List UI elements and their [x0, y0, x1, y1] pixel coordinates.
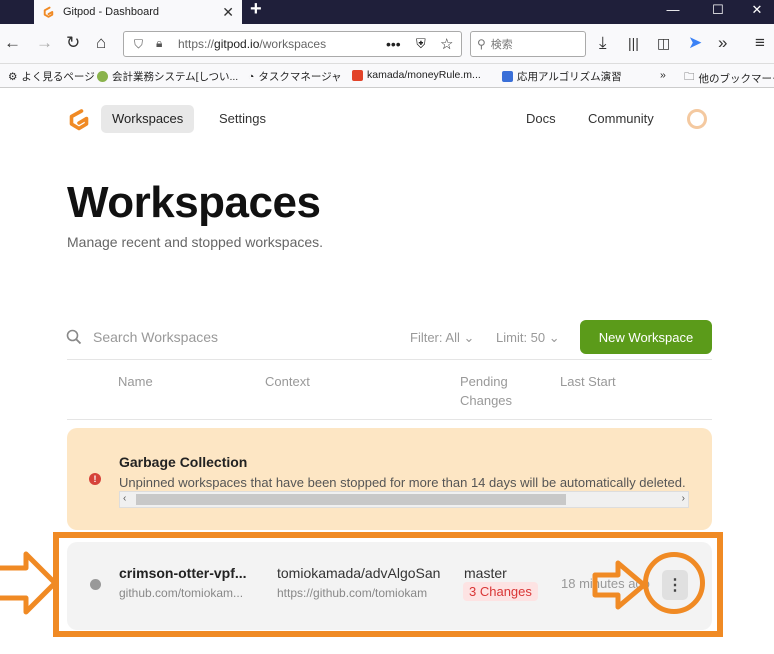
divider: [67, 419, 712, 420]
gauge-icon: ◔: [248, 70, 255, 83]
column-header-context: Context: [265, 374, 310, 389]
bookmark-item[interactable]: ⚙ よく見るページ: [8, 69, 95, 84]
more-icon[interactable]: •••: [386, 36, 401, 52]
browser-tab[interactable]: Gitpod - Dashboard ✕: [34, 0, 242, 24]
page-subtitle: Manage recent and stopped workspaces.: [67, 234, 324, 250]
new-tab-icon[interactable]: +: [250, 0, 262, 21]
globe-icon: [97, 71, 108, 82]
bookmark-item[interactable]: 応用アルゴリズム演習: [502, 69, 622, 84]
pocket-icon[interactable]: ⛨: [416, 36, 426, 52]
url-bar[interactable]: ⛉ 🔒︎ https://gitpod.io/workspaces ••• ⛨ …: [123, 31, 462, 57]
column-header-last-start: Last Start: [560, 374, 616, 389]
close-window-icon[interactable]: ✕: [742, 2, 772, 18]
gear-icon: ⚙: [8, 70, 18, 83]
gitlab-icon: [352, 69, 363, 81]
cursor-extension-icon[interactable]: ➤: [688, 33, 702, 53]
browser-search-input[interactable]: ⚲ 検索: [470, 31, 586, 57]
bookmarks-bar: ⚙ よく見るページ 会計業務システム[しつい... ◔ タスクマネージャ kamad…: [0, 64, 774, 88]
filter-dropdown[interactable]: Filter: All ⌄: [410, 330, 474, 346]
minimize-icon[interactable]: —: [658, 2, 688, 17]
notice-title: Garbage Collection: [119, 454, 248, 470]
scroll-left-icon[interactable]: ‹: [123, 493, 126, 504]
forward-icon[interactable]: →: [36, 33, 53, 53]
close-tab-icon[interactable]: ✕: [222, 4, 234, 21]
scroll-right-icon[interactable]: ›: [682, 493, 685, 504]
menu-icon[interactable]: ≡: [755, 33, 765, 53]
chevron-down-icon: ⌄: [548, 330, 560, 345]
gitpod-logo-icon[interactable]: [67, 108, 91, 132]
nav-docs[interactable]: Docs: [515, 105, 567, 133]
search-placeholder: 検索: [490, 39, 513, 51]
browser-nav-bar: ← → ↻ ⌂ ⛉ 🔒︎ https://gitpod.io/workspace…: [0, 24, 774, 64]
notice-text: Unpinned workspaces that have been stopp…: [119, 475, 686, 490]
bookmarks-overflow-icon[interactable]: »: [660, 69, 666, 81]
scrollbar-thumb[interactable]: [136, 494, 566, 505]
limit-dropdown[interactable]: Limit: 50 ⌄: [496, 330, 560, 346]
alert-icon: !: [89, 473, 101, 485]
horizontal-scrollbar[interactable]: ‹ ›: [119, 491, 689, 508]
nav-settings[interactable]: Settings: [208, 105, 277, 133]
bookmark-item[interactable]: kamada/moneyRule.m...: [352, 69, 481, 81]
garbage-collection-notice: ! Garbage Collection Unpinned workspaces…: [67, 428, 712, 530]
home-icon[interactable]: ⌂: [96, 33, 106, 53]
bookmark-item[interactable]: 会計業務システム[しつい...: [97, 69, 238, 84]
annotation-arrow-icon: [0, 551, 58, 615]
maximize-icon[interactable]: ☐: [703, 2, 733, 18]
search-workspaces-input[interactable]: [93, 327, 393, 347]
column-header-name: Name: [118, 374, 153, 389]
url-prefix: https://: [178, 37, 215, 51]
folder-icon: 🗀︎: [684, 71, 695, 83]
shield-icon: ⛉: [134, 37, 144, 51]
search-icon: ⚲: [477, 37, 486, 51]
nav-workspaces[interactable]: Workspaces: [101, 105, 195, 133]
new-workspace-button[interactable]: New Workspace: [580, 320, 712, 354]
url-domain: gitpod.io: [214, 37, 260, 51]
back-icon[interactable]: ←: [4, 33, 21, 53]
overflow-icon[interactable]: »: [718, 33, 727, 53]
library-icon[interactable]: |||: [628, 33, 639, 53]
download-icon[interactable]: ⤓: [599, 33, 607, 53]
link-icon: [502, 71, 513, 82]
divider: [67, 359, 712, 360]
column-header-pending-changes: Pending Changes: [460, 374, 513, 408]
avatar[interactable]: [687, 109, 707, 129]
tab-title: Gitpod - Dashboard: [63, 6, 159, 18]
highlight-circle: [643, 552, 705, 614]
browser-tab-bar: Gitpod - Dashboard ✕ + — ☐ ✕: [0, 0, 774, 24]
sidebar-icon[interactable]: ◫: [657, 33, 670, 53]
page-title: Workspaces: [67, 178, 321, 227]
bookmark-star-icon[interactable]: ☆: [440, 35, 453, 53]
bookmark-item[interactable]: ◔ タスクマネージャ: [248, 69, 342, 84]
url-path: /workspaces: [259, 37, 327, 51]
lock-icon: 🔒︎: [156, 36, 163, 50]
nav-community[interactable]: Community: [577, 105, 665, 133]
gitpod-favicon-icon: [43, 6, 54, 18]
search-icon: [66, 329, 82, 345]
bookmark-item[interactable]: 🗀︎他のブックマーク: [684, 69, 774, 87]
chevron-down-icon: ⌄: [463, 330, 475, 345]
reload-icon[interactable]: ↻: [66, 33, 80, 53]
